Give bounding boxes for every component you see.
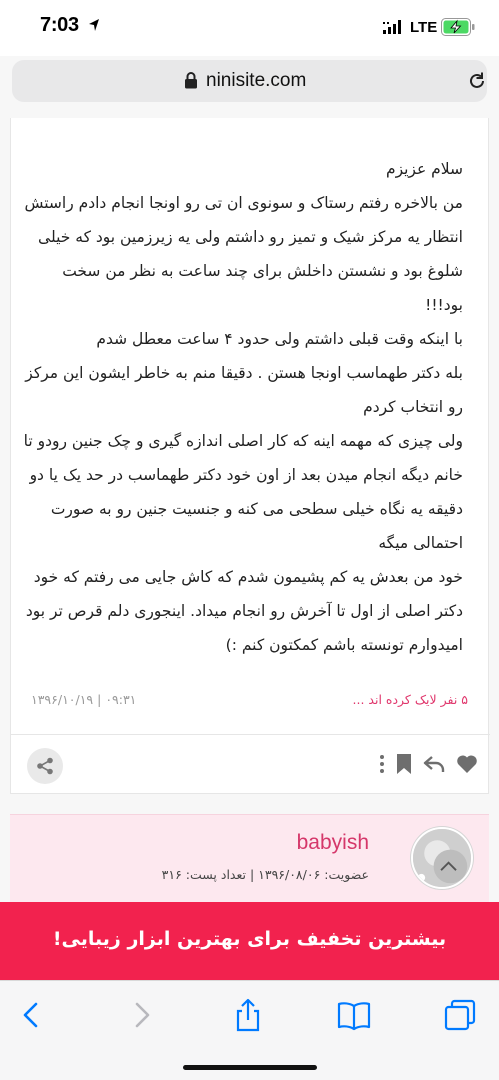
lock-icon (185, 72, 197, 89)
divider (11, 734, 490, 735)
status-time: 7:03 (40, 14, 79, 36)
avatar[interactable] (411, 827, 473, 889)
reload-icon[interactable] (467, 71, 487, 91)
post-paragraph: بله دکتر طهماسب اونجا هستن . دقیقا منم ب… (25, 364, 463, 416)
screen: 7:03 LTE ninisite.com سلام عزیزم من بالا… (0, 0, 499, 1080)
status-bar: 7:03 LTE (0, 0, 499, 56)
heart-icon[interactable] (455, 752, 479, 776)
location-arrow-icon (89, 19, 99, 31)
share-icon (37, 757, 53, 775)
avatar-image (413, 829, 471, 887)
reply-icon[interactable] (422, 752, 446, 776)
forward-icon[interactable] (124, 998, 158, 1032)
post-paragraph: سلام عزیزم (385, 160, 463, 178)
post-meta: ۵ نفر لایک کرده اند ... ۰۹:۳۱ | ۱۳۹۶/۱۰/… (11, 690, 490, 714)
post-paragraph: با اینکه وقت قبلی داشتم ولی حدود ۴ ساعت … (96, 330, 463, 348)
post-paragraph: خود من بعدش یه کم پشیمون شدم که کاش جایی… (25, 568, 463, 620)
likes-link[interactable]: ۵ نفر لایک کرده اند ... (353, 692, 468, 707)
post-paragraph: امیدوارم تونسته باشم کمکتون کنم :) (225, 636, 463, 654)
author-card: babyish عضویت: ۱۳۹۶/۰۸/۰۶ | تعداد پست: ۳… (10, 814, 489, 904)
post-card: سلام عزیزم من بالاخره رفتم رستاک و سونوی… (10, 118, 490, 794)
more-icon[interactable] (370, 752, 394, 776)
post-paragraph: من بالاخره رفتم رستاک و سونوی ان تی رو ا… (24, 194, 463, 314)
bookmark-icon[interactable] (392, 752, 416, 776)
url-text: ninisite.com (206, 70, 307, 91)
promo-text: بیشترین تخفیف برای بهترین ابزار زیبایی! (52, 928, 447, 950)
username[interactable]: babyish (297, 831, 369, 855)
network-type: LTE (410, 19, 438, 36)
promo-banner[interactable]: بیشترین تخفیف برای بهترین ابزار زیبایی! (0, 902, 499, 980)
back-icon[interactable] (15, 998, 49, 1032)
battery-charging-icon (441, 18, 475, 36)
post-body: سلام عزیزم من بالاخره رفتم رستاک و سونوی… (23, 152, 463, 662)
user-stats: عضویت: ۱۳۹۶/۰۸/۰۶ | تعداد پست: ۳۱۶ (161, 867, 369, 882)
share-icon[interactable] (231, 998, 265, 1032)
bookmarks-icon[interactable] (337, 998, 371, 1032)
tabs-icon[interactable] (443, 998, 477, 1032)
share-button[interactable] (27, 748, 63, 784)
address-bar[interactable]: ninisite.com (12, 60, 487, 102)
home-indicator (183, 1065, 317, 1070)
signal-icon (383, 20, 401, 34)
post-paragraph: ولی چیزی که مهمه اینه که کار اصلی اندازه… (23, 432, 463, 552)
post-date: ۰۹:۳۱ | ۱۳۹۶/۱۰/۱۹ (31, 692, 137, 707)
